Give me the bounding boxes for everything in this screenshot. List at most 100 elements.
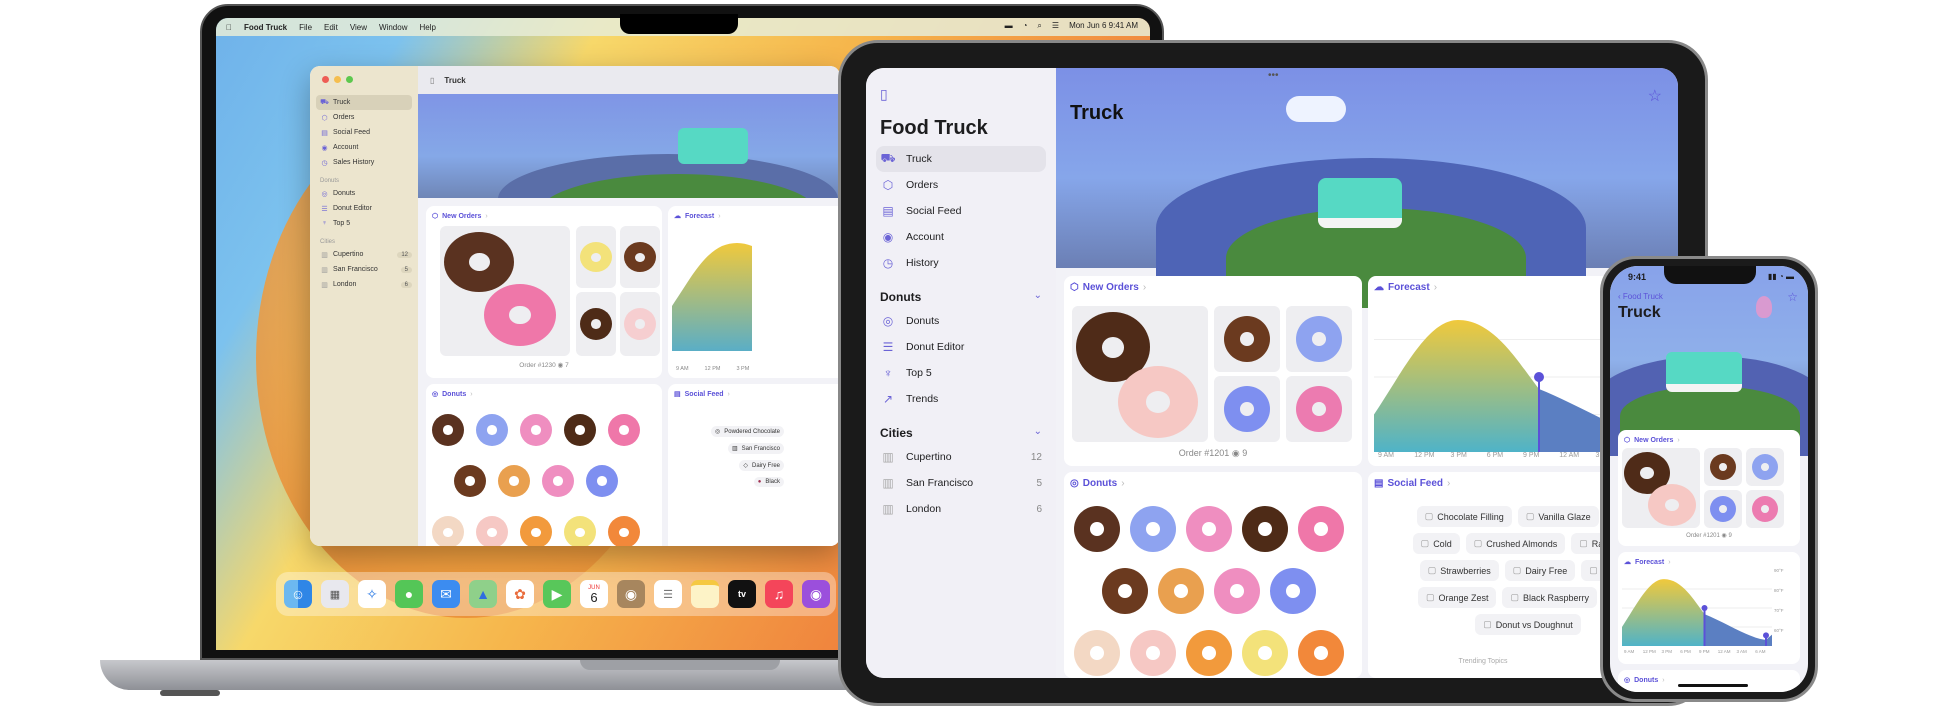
multitasking-dots-icon[interactable]: •••: [1268, 70, 1279, 81]
sidebar-item-truck[interactable]: ⛟ Truck: [876, 146, 1046, 172]
star-icon[interactable]: ☆: [1787, 290, 1798, 304]
forecast-card[interactable]: ☁ Forecast › 90°F 80°F 70°F 60°F 9 AM 12 PM 3 P…: [1618, 552, 1800, 664]
donut-image[interactable]: [1074, 506, 1120, 552]
donut-image[interactable]: [1242, 506, 1288, 552]
donut-image[interactable]: [1102, 568, 1148, 614]
topic-chip[interactable]: ● Black: [753, 477, 784, 487]
notes-icon[interactable]: [691, 580, 719, 608]
sidebar-item-donut-editor[interactable]: ☰ Donut Editor: [876, 334, 1046, 360]
sidebar-item-donut-editor[interactable]: ☰ Donut Editor: [316, 201, 412, 216]
donut-image[interactable]: [1298, 506, 1344, 552]
donut-image[interactable]: [432, 516, 464, 546]
donut-image[interactable]: [476, 516, 508, 546]
close-button[interactable]: [322, 76, 329, 83]
social-feed-card[interactable]: ▤ Social Feed › ◎ Powdered Chocolate ▥ San F…: [668, 384, 840, 546]
sidebar-item-history[interactable]: ◷ History: [876, 250, 1046, 276]
menu-file[interactable]: File: [299, 23, 312, 32]
contacts-icon[interactable]: ◉: [617, 580, 645, 608]
donuts-card[interactable]: ◎ Donuts ›: [1618, 670, 1800, 692]
donut-image[interactable]: [520, 414, 552, 446]
donut-image[interactable]: [1270, 568, 1316, 614]
menubar-clock[interactable]: Mon Jun 6 9:41 AM: [1069, 21, 1138, 31]
topic-chip[interactable]: ▢ Orange Zest: [1417, 587, 1497, 608]
topic-chip[interactable]: ▢ Cold: [1412, 533, 1460, 554]
apple-logo-icon[interactable]: : [226, 23, 232, 32]
donut-image[interactable]: [1186, 506, 1232, 552]
facetime-icon[interactable]: ▶: [543, 580, 571, 608]
donut-image[interactable]: [432, 414, 464, 446]
mail-icon[interactable]: ✉: [432, 580, 460, 608]
sidebar-item-london[interactable]: ▥ London 6: [316, 277, 412, 292]
sidebar-item-orders[interactable]: ⬡ Orders: [876, 172, 1046, 198]
messages-icon[interactable]: ●: [395, 580, 423, 608]
forecast-card[interactable]: ☁ Forecast › 9 AM 12 PM 3 PM: [668, 206, 840, 378]
donut-image[interactable]: [564, 516, 596, 546]
sidebar-item-truck[interactable]: ⛟ Truck: [316, 95, 412, 110]
sidebar-item-account[interactable]: ◉ Account: [316, 140, 412, 155]
donuts-card[interactable]: ◎ Donuts ›: [426, 384, 662, 546]
sidebar-item-cupertino[interactable]: ▥ Cupertino 12: [876, 444, 1046, 470]
section-donuts[interactable]: Donuts ⌄: [880, 290, 1042, 304]
podcasts-icon[interactable]: ◉: [802, 580, 830, 608]
sidebar-item-orders[interactable]: ⬡ Orders: [316, 110, 412, 125]
menu-window[interactable]: Window: [379, 23, 407, 32]
sidebar-item-san-francisco[interactable]: ▥ San Francisco 5: [316, 262, 412, 277]
menu-edit[interactable]: Edit: [324, 23, 338, 32]
section-cities[interactable]: Cities ⌄: [880, 426, 1042, 440]
topic-chip[interactable]: ▢ Black Raspberry: [1502, 587, 1598, 608]
donut-image[interactable]: [564, 414, 596, 446]
music-icon[interactable]: ♫: [765, 580, 793, 608]
chevron-down-icon[interactable]: ⌄: [1034, 290, 1042, 304]
donut-image[interactable]: [586, 465, 618, 498]
new-orders-card[interactable]: ⬡ New Orders › Order #1230 ◉ 7: [426, 206, 662, 378]
sidebar-item-donuts[interactable]: ◎ Donuts: [876, 308, 1046, 334]
finder-icon[interactable]: ☺: [284, 580, 312, 608]
donut-image[interactable]: [1130, 506, 1176, 552]
donut-image[interactable]: [1158, 568, 1204, 614]
sidebar-item-account[interactable]: ◉ Account: [876, 224, 1046, 250]
topic-chip[interactable]: ▢ Vanilla Glaze: [1517, 506, 1599, 527]
donut-image[interactable]: [542, 465, 574, 498]
topic-chip[interactable]: ▢ Donut vs Doughnut: [1475, 614, 1581, 635]
topic-chip[interactable]: ▥ San Francisco: [727, 443, 784, 454]
sidebar-item-sales-history[interactable]: ◷ Sales History: [316, 155, 412, 170]
donut-image[interactable]: [1130, 630, 1176, 676]
donut-image[interactable]: [454, 465, 486, 498]
donut-image[interactable]: [1074, 630, 1120, 676]
chevron-down-icon[interactable]: ⌄: [1034, 426, 1042, 440]
battery-icon[interactable]: ▬: [1005, 21, 1013, 31]
topic-chip[interactable]: ▢ Chocolate Filling: [1416, 506, 1512, 527]
minimize-button[interactable]: [334, 76, 341, 83]
maps-icon[interactable]: ▲: [469, 580, 497, 608]
search-icon[interactable]: ⌕: [1037, 21, 1041, 31]
topic-chip[interactable]: ◎ Powdered Chocolate: [711, 426, 784, 437]
sidebar-toggle-icon[interactable]: ▯: [430, 76, 434, 85]
sidebar-item-san-francisco[interactable]: ▥ San Francisco 5: [876, 470, 1046, 496]
donut-image[interactable]: [1242, 630, 1288, 676]
star-icon[interactable]: ☆: [1648, 86, 1662, 106]
sidebar-item-social-feed[interactable]: ▤ Social Feed: [316, 125, 412, 140]
sidebar-toggle-icon[interactable]: ▯: [880, 86, 1046, 103]
sidebar-item-social-feed[interactable]: ▤ Social Feed: [876, 198, 1046, 224]
safari-icon[interactable]: ✧: [358, 580, 386, 608]
topic-chip[interactable]: ▢ Strawberries: [1419, 560, 1499, 581]
donut-image[interactable]: [608, 516, 640, 546]
sidebar-item-trends[interactable]: ↗ Trends: [876, 386, 1046, 412]
new-orders-card[interactable]: ⬡ New Orders › Order #1201 ◉ 9: [1618, 430, 1800, 546]
menu-help[interactable]: Help: [419, 23, 435, 32]
calendar-icon[interactable]: JUN 6: [580, 580, 608, 608]
donut-image[interactable]: [1298, 630, 1344, 676]
sidebar-item-top-5[interactable]: ♆ Top 5: [316, 216, 412, 231]
sidebar-item-london[interactable]: ▥ London 6: [876, 496, 1046, 522]
sidebar-item-cupertino[interactable]: ▥ Cupertino 12: [316, 247, 412, 262]
donut-image[interactable]: [520, 516, 552, 546]
topic-chip[interactable]: ▢ Dairy Free: [1504, 560, 1576, 581]
sidebar-item-top-5[interactable]: ♆ Top 5: [876, 360, 1046, 386]
donut-image[interactable]: [1186, 630, 1232, 676]
back-button[interactable]: ‹ Food Truck: [1618, 292, 1663, 301]
zoom-button[interactable]: [346, 76, 353, 83]
donut-image[interactable]: [608, 414, 640, 446]
topic-chip[interactable]: ◇ Dairy Free: [739, 460, 784, 471]
donuts-card[interactable]: ◎ Donuts ›: [1064, 472, 1362, 678]
photos-icon[interactable]: ✿: [506, 580, 534, 608]
